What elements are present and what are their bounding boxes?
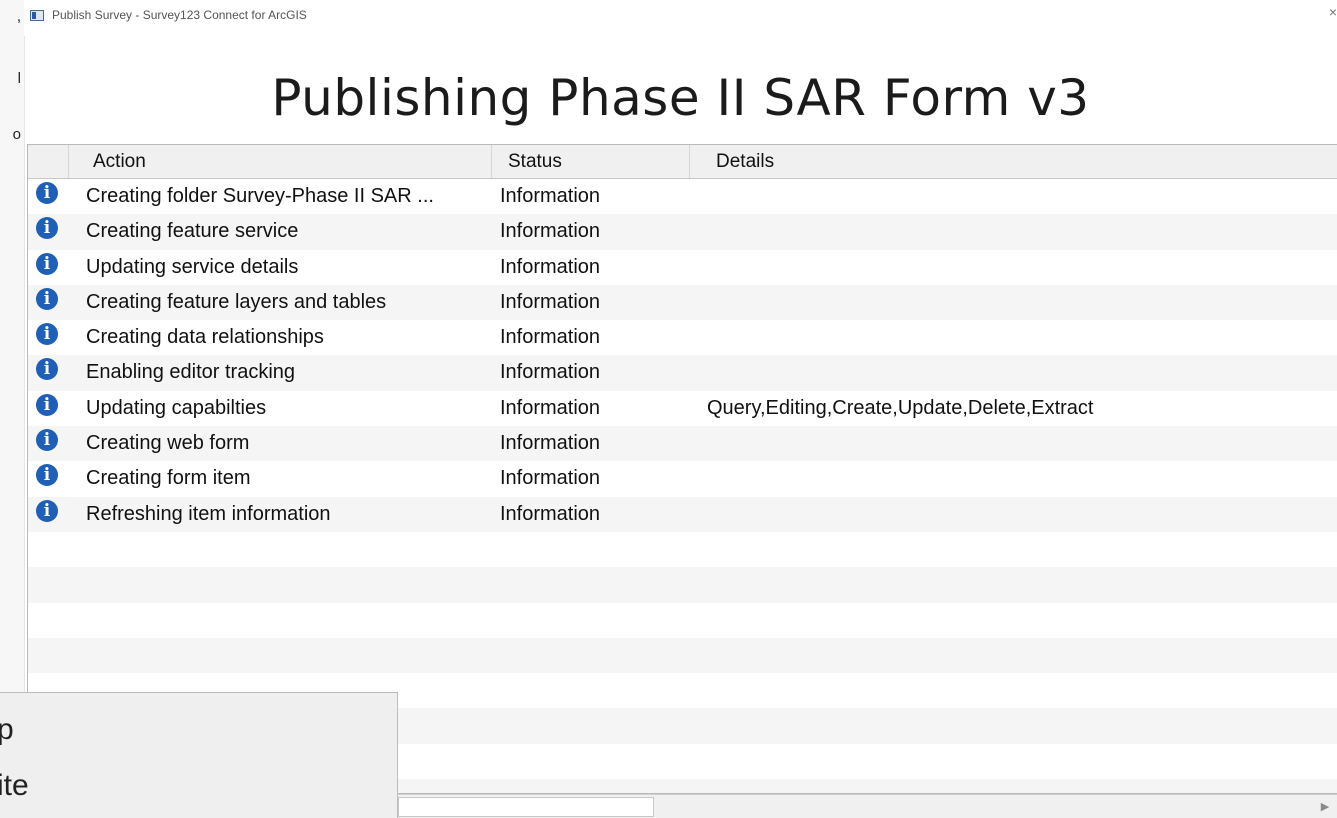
scrollbar-thumb[interactable]	[398, 797, 654, 817]
scroll-right-arrow-icon[interactable]: ▶	[1317, 799, 1333, 815]
table-row[interactable]: i Creating folder Survey-Phase II SAR ...…	[28, 179, 1337, 214]
row-icon-cell: i	[36, 426, 64, 461]
status-cell: Information	[500, 502, 601, 525]
table-row	[28, 532, 1337, 567]
table-row	[28, 567, 1337, 603]
status-cell: Information	[500, 185, 601, 207]
background-text-fragment: o	[12, 126, 21, 143]
table-header: Action Status Details	[28, 145, 1337, 179]
status-cell: Information	[500, 290, 601, 313]
info-icon: i	[36, 499, 58, 522]
status-cell: Information	[500, 432, 601, 455]
app-icon	[30, 10, 44, 21]
table-row[interactable]: i Creating data relationships Information	[28, 320, 1337, 355]
details-cell	[707, 285, 1327, 320]
background-text-fragment: ,	[16, 8, 21, 25]
action-cell: Creating folder Survey-Phase II SAR ...	[86, 185, 434, 207]
details-cell	[707, 250, 1327, 285]
status-cell: Information	[500, 255, 601, 278]
details-cell	[707, 497, 1327, 532]
action-cell: Enabling editor tracking	[86, 361, 296, 384]
page-title: Publishing Phase II SAR Form v3	[271, 69, 1090, 127]
table-row[interactable]: i Creating web form Information	[28, 426, 1337, 462]
table-row[interactable]: i Updating service details Information	[28, 250, 1337, 285]
table-row[interactable]: i Enabling editor tracking Information	[28, 355, 1337, 391]
row-icon-cell: i	[36, 391, 64, 426]
table-row[interactable]: i Refreshing item information Information	[28, 496, 1337, 532]
row-icon-cell: i	[36, 355, 64, 390]
overlapping-menu-fragment: p ite	[0, 692, 398, 818]
table-row	[28, 603, 1337, 638]
row-icon-cell: i	[36, 320, 64, 355]
info-icon: i	[36, 217, 58, 240]
table-row	[28, 637, 1337, 674]
details-cell	[707, 179, 1327, 214]
details-cell	[707, 320, 1327, 355]
info-icon: i	[36, 393, 58, 416]
info-icon: i	[36, 358, 58, 381]
info-icon: i	[36, 429, 58, 452]
details-cell	[707, 355, 1327, 390]
action-cell: Creating data relationships	[86, 326, 324, 349]
column-header-details[interactable]: Details	[690, 145, 1337, 178]
close-button[interactable]: ×	[1321, 4, 1337, 24]
status-cell: Information	[500, 396, 601, 419]
info-icon: i	[36, 464, 58, 487]
info-icon: i	[36, 252, 58, 275]
table-row[interactable]: i Updating capabilties Information Query,Ed…	[28, 391, 1337, 426]
row-icon-cell: i	[36, 461, 64, 496]
action-cell: Refreshing item information	[86, 502, 331, 525]
action-cell: Creating feature layers and tables	[86, 290, 387, 313]
table-row[interactable]: i Creating feature layers and tables Infor…	[28, 284, 1337, 321]
column-header-icon[interactable]	[28, 145, 69, 178]
column-header-action[interactable]: Action	[69, 145, 492, 178]
action-cell: Updating service details	[86, 255, 299, 278]
row-icon-cell: i	[36, 214, 64, 249]
info-icon: i	[36, 323, 58, 346]
background-text-fragment: l	[17, 70, 21, 87]
status-cell: Information	[500, 326, 601, 349]
action-cell: Creating feature service	[86, 220, 299, 243]
horizontal-scrollbar[interactable]: ▶	[398, 794, 1337, 818]
row-icon-cell: i	[36, 285, 64, 320]
info-icon: i	[36, 182, 58, 204]
details-cell: Query,Editing,Create,Update,Delete,Extra…	[707, 396, 1094, 419]
column-header-status[interactable]: Status	[492, 145, 690, 178]
row-icon-cell: i	[36, 497, 64, 532]
menu-item-fragment[interactable]: p	[0, 713, 14, 747]
details-cell	[707, 426, 1327, 461]
table-row[interactable]: i Creating feature service Information	[28, 214, 1337, 250]
info-icon: i	[36, 287, 58, 310]
status-cell: Information	[500, 220, 601, 243]
status-cell: Information	[500, 467, 601, 490]
row-icon-cell: i	[36, 250, 64, 285]
table-row[interactable]: i Creating form item Information	[28, 461, 1337, 496]
action-cell: Creating web form	[86, 432, 250, 455]
details-cell	[707, 461, 1327, 496]
details-cell	[707, 214, 1327, 249]
status-cell: Information	[500, 361, 601, 384]
action-cell: Updating capabilties	[86, 396, 267, 419]
window-title: Publish Survey - Survey123 Connect for A…	[52, 8, 307, 22]
row-icon-cell: i	[36, 179, 64, 214]
menu-item-fragment[interactable]: ite	[0, 769, 29, 803]
action-cell: Creating form item	[86, 467, 251, 490]
title-bar: Publish Survey - Survey123 Connect for A…	[24, 0, 1337, 36]
